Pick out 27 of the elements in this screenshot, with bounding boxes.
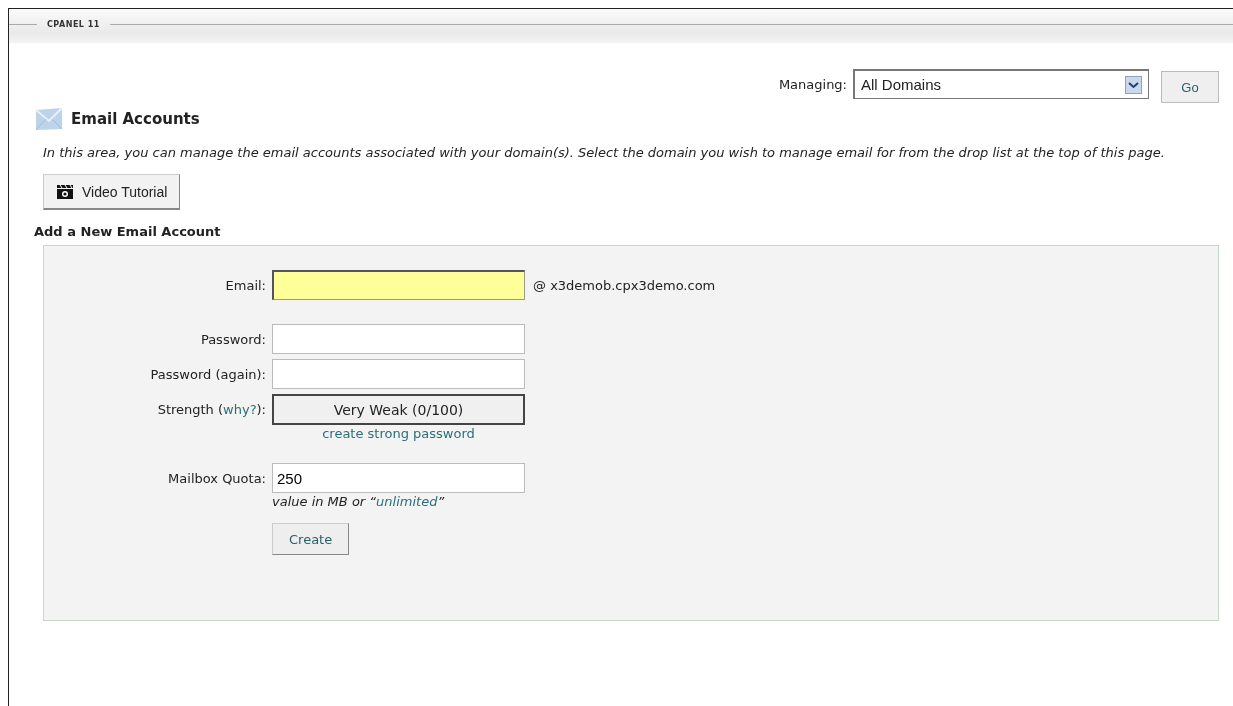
header-title: CPANEL 11 xyxy=(47,19,100,29)
mailbox-quota-label: Mailbox Quota: xyxy=(167,470,266,486)
create-strong-password-link[interactable]: create strong password xyxy=(272,426,525,441)
page-title: Email Accounts xyxy=(71,110,200,128)
create-button[interactable]: Create xyxy=(272,523,350,555)
strength-meter: Very Weak (0/100) xyxy=(272,394,525,425)
password-label: Password: xyxy=(199,331,266,347)
email-domain: @ x3demob.cpx3demo.com xyxy=(533,277,716,293)
mailbox-quota-input[interactable]: 250 xyxy=(272,463,525,493)
page-description: In this area, you can manage the email accounts associated with your domain(s). Select the domain you wish to manage email for from the drop list at the top of this page. xyxy=(43,144,1166,162)
email-label: Email: xyxy=(224,277,266,293)
envelope-icon xyxy=(35,107,63,131)
email-input[interactable] xyxy=(272,270,525,300)
unlimited-link[interactable]: unlimited xyxy=(376,494,438,509)
domain-select[interactable]: All Domains xyxy=(853,69,1149,99)
why-link[interactable]: why? xyxy=(223,402,257,417)
form-title: Add a New Email Account xyxy=(34,224,222,239)
password-again-label: Password (again): xyxy=(149,366,266,382)
go-button[interactable]: Go xyxy=(1161,71,1219,103)
camera-icon xyxy=(56,183,74,200)
password-again-input[interactable] xyxy=(272,359,525,389)
caret-icon xyxy=(1125,75,1142,94)
managing-label: Managing: xyxy=(778,76,847,92)
quota-hint: value in MB or “unlimited” xyxy=(272,494,445,509)
video-tutorial-button[interactable]: Video Tutorial xyxy=(43,174,181,210)
password-input[interactable] xyxy=(272,324,525,354)
strength-label: Strength (why?): xyxy=(156,402,266,417)
